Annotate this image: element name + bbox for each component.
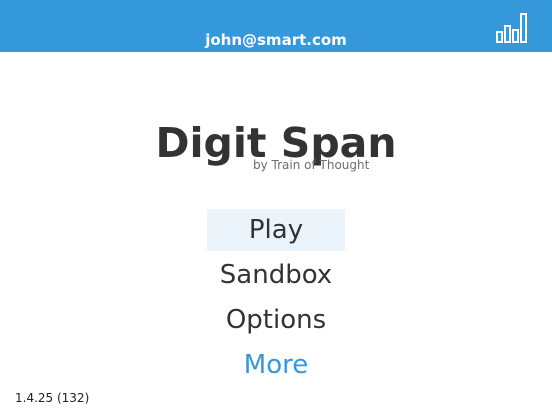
bar-chart-icon — [496, 13, 527, 43]
version-label: 1.4.25 (132) — [15, 391, 90, 405]
main-menu: Play Sandbox Options More — [207, 209, 345, 389]
header-bar: john@smart.com — [0, 0, 552, 52]
play-button[interactable]: Play — [207, 209, 345, 251]
app-subtitle: by Train of Thought — [253, 158, 370, 172]
stats-button[interactable] — [494, 10, 528, 44]
options-button[interactable]: Options — [207, 299, 345, 341]
sandbox-button[interactable]: Sandbox — [207, 254, 345, 296]
more-button[interactable]: More — [207, 344, 345, 386]
user-email: john@smart.com — [205, 31, 347, 49]
